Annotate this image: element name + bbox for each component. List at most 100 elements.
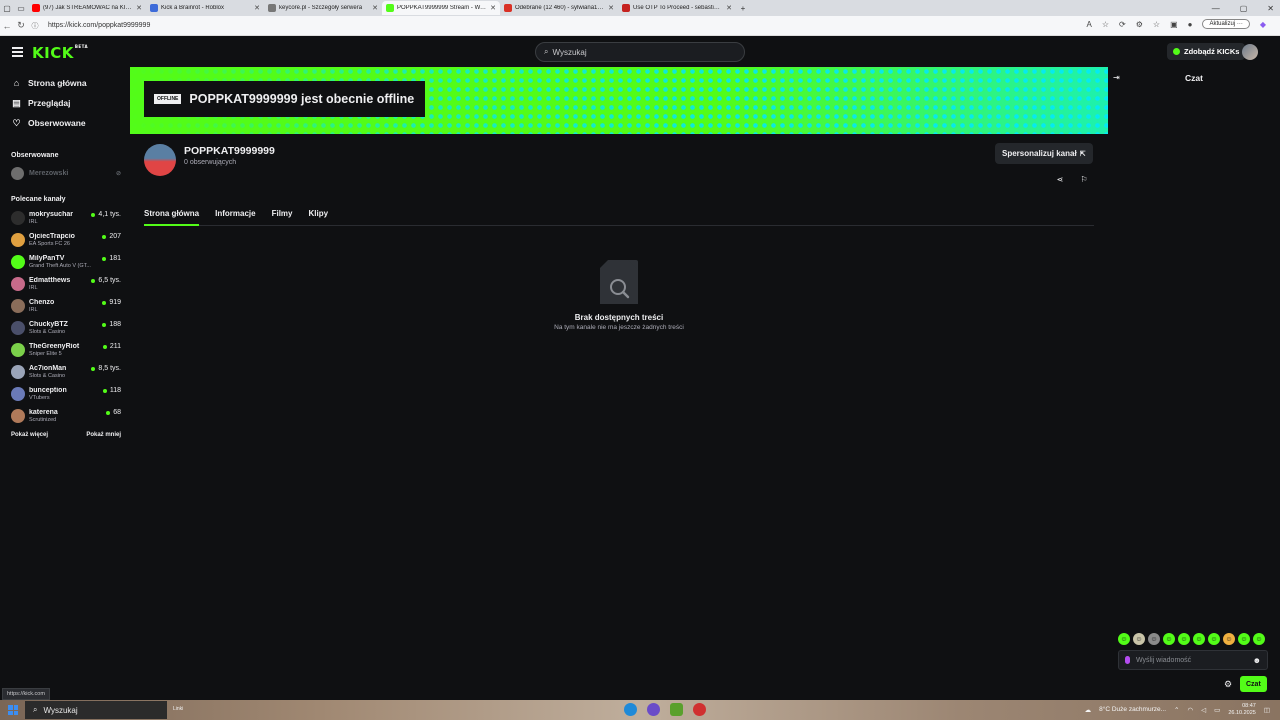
recommended-channel[interactable]: katerena Scrutinized 68 [0, 405, 130, 427]
sidebar-nav-item[interactable]: ⌂ Strona główna [0, 73, 130, 93]
close-window-icon[interactable]: ✕ [1267, 4, 1274, 13]
tray-chevron-icon[interactable]: ⌃ [1174, 706, 1179, 714]
emote-icon[interactable]: ☺ [1238, 633, 1250, 645]
site-info-icon[interactable]: ⓘ [28, 21, 42, 31]
weather-text[interactable]: 8°C Duże zachmurze... [1099, 706, 1166, 713]
profile-icon[interactable]: ● [1188, 20, 1193, 29]
emote-icon[interactable]: ☺ [1193, 633, 1205, 645]
emote-icon[interactable]: ☺ [1133, 633, 1145, 645]
maximize-icon[interactable]: ▢ [1240, 4, 1248, 13]
channel-tab[interactable]: Strona główna [144, 206, 200, 226]
battery-icon[interactable]: ▭ [1214, 706, 1220, 714]
edge-icon[interactable] [624, 703, 637, 716]
emote-icon[interactable]: ☺ [1253, 633, 1265, 645]
chat-settings-icon[interactable]: ⚙ [1224, 679, 1232, 690]
read-aloud-icon[interactable]: A [1087, 20, 1092, 29]
browser-tab[interactable]: Kick a Brainrot - Roblox ✕ [146, 1, 264, 15]
close-tab-icon[interactable]: ✕ [608, 4, 614, 12]
channel-name: katerena [29, 408, 58, 416]
close-tab-icon[interactable]: ✕ [726, 4, 732, 12]
chat-message-input[interactable]: Wyślij wiadomość ☻ [1118, 650, 1268, 670]
browser-tab[interactable]: (97) Jak STREAMOWAĆ na KICKU ✕ [28, 1, 146, 15]
chat-title: Czat [1185, 73, 1203, 83]
microphone-icon[interactable] [1125, 656, 1130, 664]
minecraft-icon[interactable] [670, 703, 683, 716]
back-icon[interactable]: ← [0, 21, 14, 31]
update-button[interactable]: Aktualizuj ··· [1202, 19, 1250, 29]
browser-tab[interactable]: keycore.pl - Szczegóły serwera ✕ [264, 1, 382, 15]
favorite-star-icon[interactable]: ☆ [1102, 20, 1109, 29]
browser-tab[interactable]: POPPKAT9999999 Stream - Watch ✕ [382, 1, 500, 15]
browser-tab[interactable]: Odebrane (12 460) - sylwiana18@ ✕ [500, 1, 618, 15]
close-tab-icon[interactable]: ✕ [254, 4, 260, 12]
avatar [11, 166, 24, 180]
refresh-extension-icon[interactable]: ⟳ [1119, 20, 1126, 29]
browser-tab[interactable]: Use OTP To Proceed - sebastian... ✕ [618, 1, 736, 15]
taskbar-links[interactable]: Linki [173, 706, 183, 712]
customize-channel-button[interactable]: Spersonalizuj kanał ⇱ [995, 143, 1093, 164]
channel-tab[interactable]: Informacje [215, 206, 255, 226]
emote-icon[interactable]: ☺ [1208, 633, 1220, 645]
emote-icon[interactable]: ☺ [1148, 633, 1160, 645]
copilot-app-icon[interactable] [647, 703, 660, 716]
empty-title: Brak dostępnych treści [574, 313, 664, 322]
opera-icon[interactable] [693, 703, 706, 716]
url-field[interactable]: https://kick.com/poppkat9999999 [48, 22, 150, 29]
tab-overview-icon[interactable]: ▭ [14, 1, 28, 15]
extensions-icon[interactable]: ⚙ [1136, 20, 1143, 29]
close-tab-icon[interactable]: ✕ [490, 4, 496, 12]
recommended-channel[interactable]: Edmatthews IRL 6,5 tys. [0, 273, 130, 295]
recommended-channel[interactable]: MilyPanTV Grand Theft Auto V (GT... 181 [0, 251, 130, 273]
report-user-icon[interactable]: ⚐ [1078, 173, 1090, 185]
recommended-channel[interactable]: Ac7ionMan Slots & Casino 8,5 tys. [0, 361, 130, 383]
show-more-link[interactable]: Pokaż więcej [11, 432, 48, 438]
browser-menu-icon[interactable]: ▢ [0, 1, 14, 15]
empty-subtitle: Na tym kanale nie ma jeszcze żadnych tre… [554, 324, 684, 331]
taskbar-search[interactable]: ⌕ Wyszukaj [25, 701, 167, 719]
emote-icon[interactable]: ☺ [1223, 633, 1235, 645]
search-input[interactable]: ⌕ Wyszukaj [535, 42, 745, 62]
recommended-channel[interactable]: Chenzo IRL 919 [0, 295, 130, 317]
sidebar-nav-label: Obserwowane [28, 118, 86, 128]
emote-icon[interactable]: ☺ [1118, 633, 1130, 645]
chat-send-button[interactable]: Czat [1240, 676, 1267, 692]
get-kicks-button[interactable]: Zdobądź KICKs [1167, 43, 1246, 60]
copilot-icon[interactable]: ◆ [1260, 20, 1266, 29]
emote-icon[interactable]: ☺ [1178, 633, 1190, 645]
close-tab-icon[interactable]: ✕ [136, 4, 142, 12]
home-icon: ⌂ [13, 78, 20, 88]
emote-icon[interactable]: ☺ [1163, 633, 1175, 645]
notification-icon[interactable]: ◫ [1264, 706, 1270, 714]
user-avatar[interactable] [1242, 44, 1258, 60]
followed-channel[interactable]: Merezowski ⊘ [0, 164, 130, 182]
show-less-link[interactable]: Pokaż mniej [86, 432, 121, 438]
favorites-icon[interactable]: ☆ [1153, 20, 1160, 29]
recommended-channel[interactable]: TheGreenyRiot Sniper Elite 5 211 [0, 339, 130, 361]
menu-icon[interactable] [12, 47, 23, 59]
recommended-channel[interactable]: mokrysuchar IRL 4,1 tys. [0, 207, 130, 229]
reload-icon[interactable]: ↻ [14, 20, 28, 31]
windows-start-icon[interactable] [8, 705, 18, 715]
recommended-channel[interactable]: OjciecTrapcio EA Sports FC 26 207 [0, 229, 130, 251]
share-icon[interactable]: ⋖ [1054, 173, 1066, 185]
emoji-icon[interactable]: ☻ [1253, 656, 1261, 665]
close-tab-icon[interactable]: ✕ [372, 4, 378, 12]
live-dot-icon [102, 234, 107, 239]
viewer-count: 181 [102, 255, 121, 262]
sidebar-nav-item[interactable]: ▤ Przeglądaj [0, 93, 130, 113]
channel-name: Edmatthews [29, 276, 71, 284]
network-icon[interactable]: ◠ [1187, 706, 1193, 714]
tab-list: (97) Jak STREAMOWAĆ na KICKU ✕ Kick a Brai… [28, 0, 736, 16]
minimize-icon[interactable]: — [1212, 4, 1220, 13]
collections-icon[interactable]: ▣ [1170, 20, 1178, 29]
taskbar-clock[interactable]: 08:47 26.10.2025 [1228, 703, 1256, 716]
sidebar-nav-item[interactable]: ♡ Obserwowane [0, 113, 130, 133]
recommended-channel[interactable]: bunception VTubers 118 [0, 383, 130, 405]
channel-tab[interactable]: Klipy [309, 206, 329, 226]
new-tab-button[interactable]: + [736, 1, 750, 15]
volume-icon[interactable]: ◁ [1201, 706, 1206, 714]
channel-avatar[interactable] [144, 144, 176, 176]
kick-logo[interactable]: KICKBETA [32, 44, 88, 62]
channel-tab[interactable]: Filmy [272, 206, 293, 226]
recommended-channel[interactable]: ChuckyBTZ Slots & Casino 188 [0, 317, 130, 339]
